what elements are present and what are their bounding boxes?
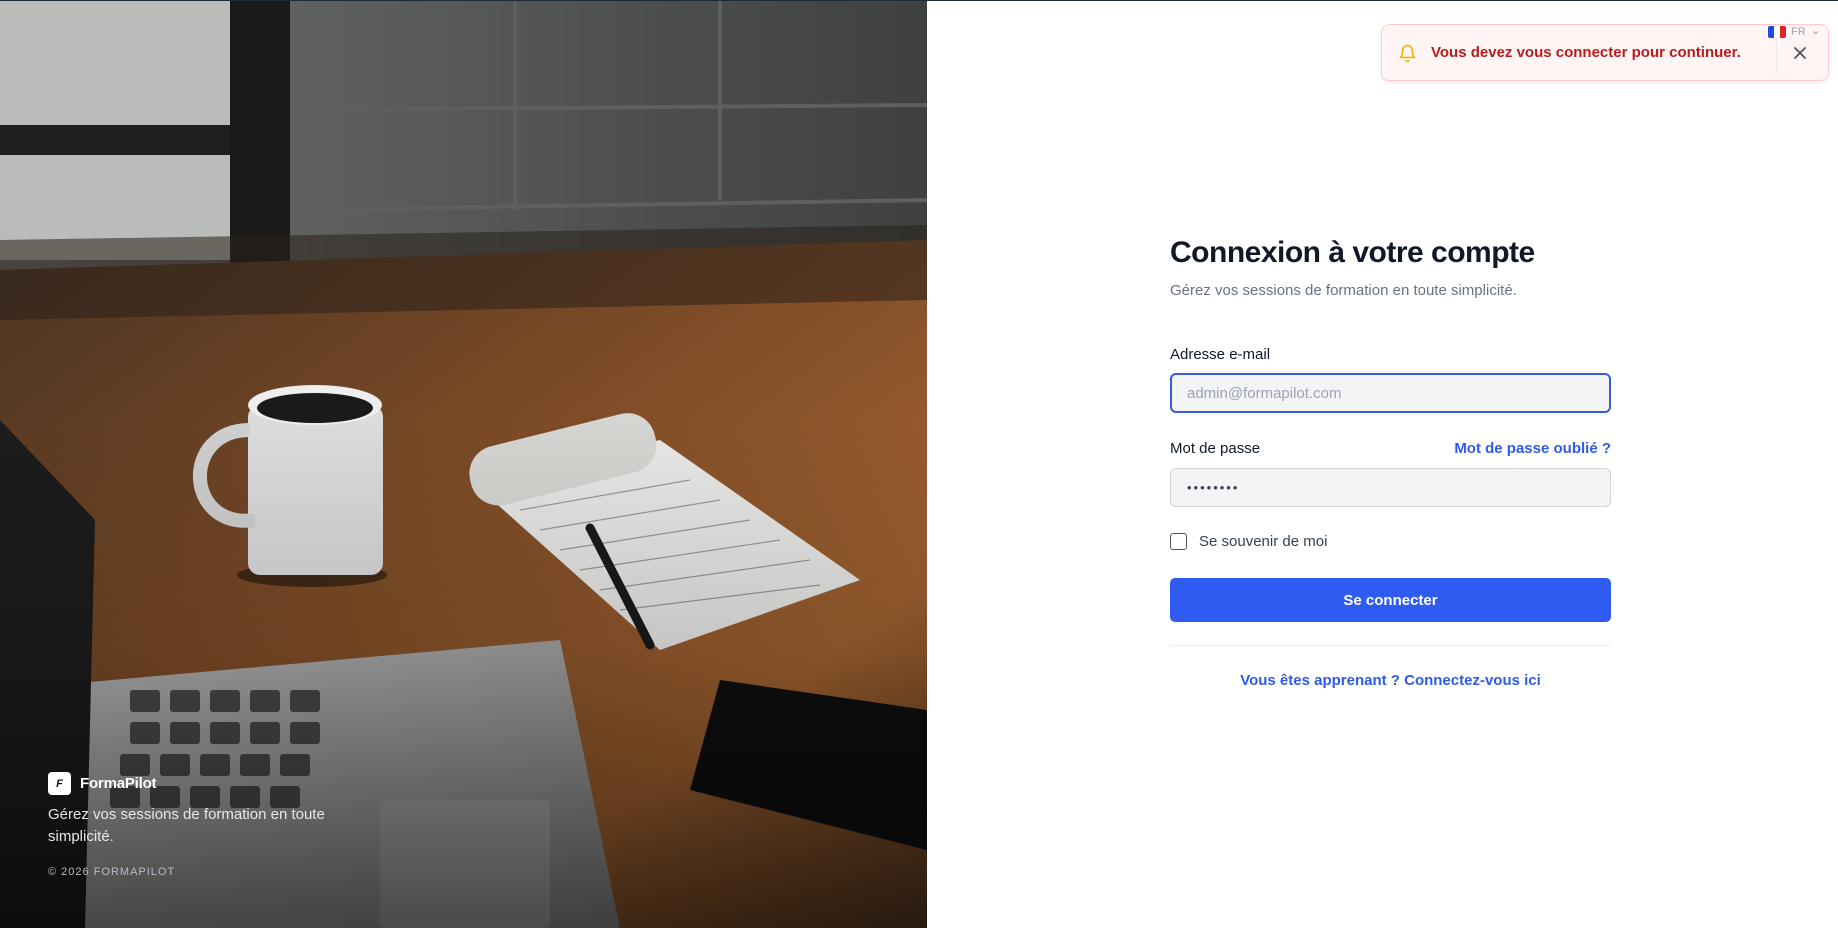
- remember-me-label: Se souvenir de moi: [1199, 533, 1328, 550]
- learner-login-link[interactable]: Vous êtes apprenant ? Connectez-vous ici: [1170, 672, 1611, 689]
- copyright: © 2026 FORMAPILOT: [48, 866, 176, 878]
- login-button[interactable]: Se connecter: [1170, 578, 1611, 622]
- forgot-password-link[interactable]: Mot de passe oublié ?: [1454, 440, 1611, 457]
- remember-me[interactable]: Se souvenir de moi: [1170, 533, 1327, 550]
- page-title: Connexion à votre compte: [1170, 236, 1535, 269]
- divider: [1170, 645, 1611, 646]
- email-field[interactable]: [1170, 373, 1611, 413]
- toast-divider: [1776, 33, 1777, 73]
- brand-name: FormaPilot: [80, 775, 157, 792]
- hero-panel: F FormaPilot Gérez vos sessions de forma…: [0, 0, 927, 928]
- language-code: FR: [1791, 26, 1806, 38]
- remember-me-checkbox[interactable]: [1170, 533, 1187, 550]
- brand-logo: F: [48, 772, 71, 795]
- brand-tagline: Gérez vos sessions de formation en toute…: [48, 806, 325, 845]
- auth-required-toast: Vous devez vous connecter pour continuer…: [1381, 24, 1829, 81]
- login-form: Connexion à votre compte Gérez vos sessi…: [1170, 236, 1611, 689]
- window-top-border: [0, 0, 1838, 1]
- password-masked-value: ••••••••: [1187, 480, 1240, 495]
- bell-icon: [1399, 44, 1416, 63]
- close-icon[interactable]: [1790, 43, 1810, 63]
- page-subtitle: Gérez vos sessions de formation en toute…: [1170, 282, 1517, 299]
- language-selector[interactable]: FR: [1768, 26, 1820, 38]
- fr-flag-icon: [1768, 26, 1786, 38]
- password-field[interactable]: ••••••••: [1170, 468, 1611, 507]
- brand: F FormaPilot: [48, 772, 157, 795]
- email-label: Adresse e-mail: [1170, 346, 1271, 363]
- toast-message: Vous devez vous connecter pour continuer…: [1431, 44, 1741, 61]
- password-label: Mot de passe: [1170, 440, 1261, 457]
- chevron-down-icon: [1812, 30, 1818, 34]
